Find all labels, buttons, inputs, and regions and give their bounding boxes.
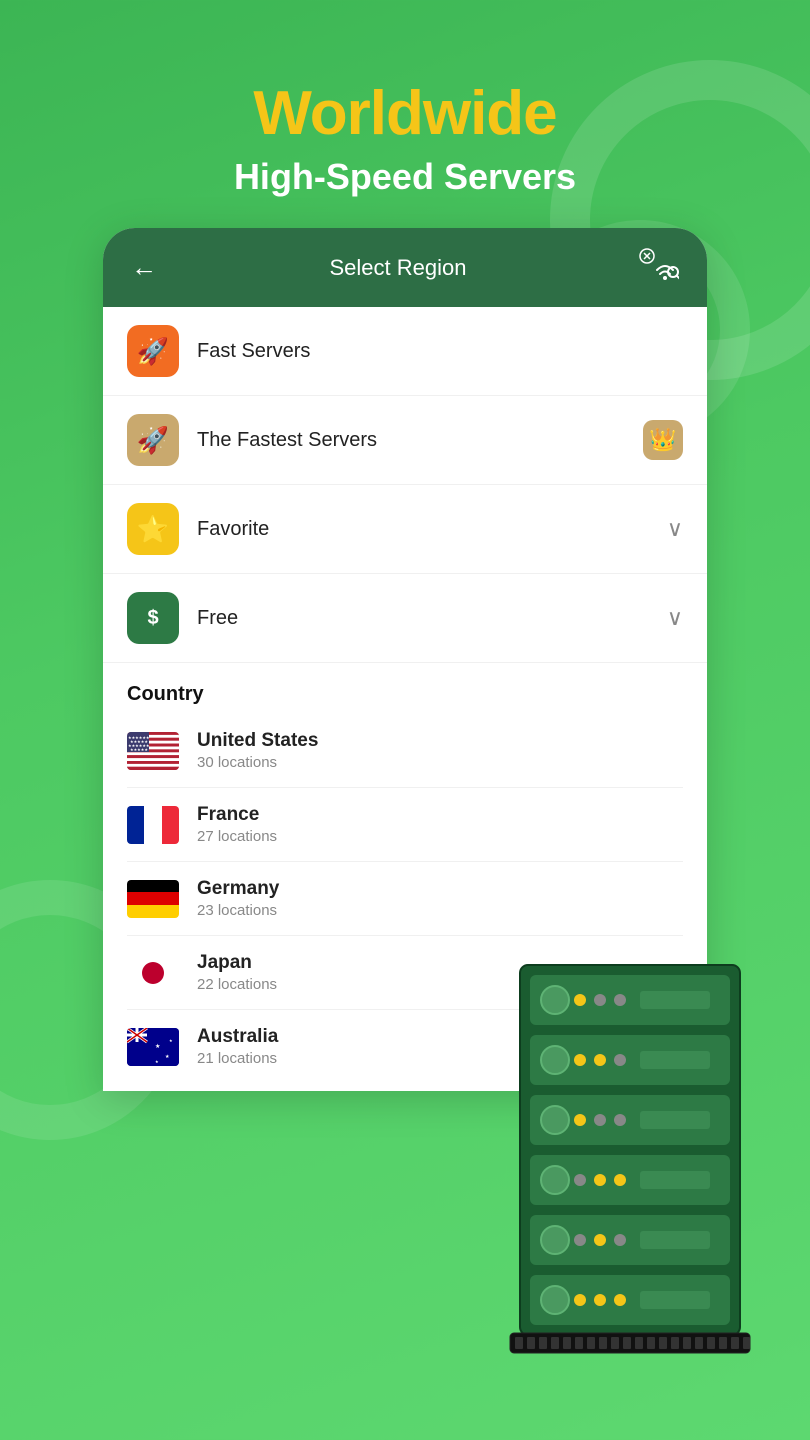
us-info: United States 30 locations (197, 730, 683, 771)
back-button[interactable]: ← (131, 252, 157, 283)
favorite-label: Favorite (197, 518, 667, 541)
fr-info: France 27 locations (197, 804, 683, 845)
de-locations: 23 locations (197, 902, 683, 919)
free-label: Free (197, 607, 667, 630)
menu-item-favorite[interactable]: ⭐ Favorite ∨ (103, 485, 707, 574)
wifi-search-icon[interactable] (639, 248, 679, 287)
japan-circle (142, 962, 164, 984)
us-name: United States (197, 730, 683, 752)
header-section: Worldwide High-Speed Servers (0, 0, 810, 228)
flag-de (127, 880, 179, 918)
country-heading: Country (127, 683, 683, 706)
country-item-us[interactable]: ★★★★★★ ★★★★★ ★★★★★★ ★★★★★ United States … (127, 714, 683, 788)
fr-locations: 27 locations (197, 828, 683, 845)
favorite-icon: ⭐ (127, 503, 179, 555)
svg-text:★: ★ (165, 1054, 170, 1060)
us-locations: 30 locations (197, 754, 683, 771)
fast-servers-icon: 🚀 (127, 325, 179, 377)
menu-item-fast-servers[interactable]: 🚀 Fast Servers (103, 307, 707, 396)
header-subtitle: High-Speed Servers (0, 156, 810, 198)
free-chevron: ∨ (667, 605, 683, 631)
favorite-chevron: ∨ (667, 516, 683, 542)
card-title: Select Region (330, 255, 467, 281)
server-rack (500, 955, 790, 1360)
flag-us: ★★★★★★ ★★★★★ ★★★★★★ ★★★★★ (127, 732, 179, 770)
menu-list: 🚀 Fast Servers 🚀 The Fastest Servers 👑 ⭐… (103, 307, 707, 663)
de-name: Germany (197, 878, 683, 900)
fastest-servers-label: The Fastest Servers (197, 429, 643, 452)
flag-au: ★ ★ ★ ★ (127, 1028, 179, 1066)
svg-text:★: ★ (155, 1043, 160, 1050)
svg-text:★★★★★: ★★★★★ (130, 747, 148, 752)
country-item-fr[interactable]: France 27 locations (127, 788, 683, 862)
svg-text:★: ★ (155, 1059, 159, 1064)
menu-item-free[interactable]: $ Free ∨ (103, 574, 707, 663)
fast-servers-label: Fast Servers (197, 340, 683, 363)
header-icons (639, 248, 679, 287)
fr-name: France (197, 804, 683, 826)
menu-item-fastest-servers[interactable]: 🚀 The Fastest Servers 👑 (103, 396, 707, 485)
flag-fr (127, 806, 179, 844)
header-title: Worldwide (0, 80, 810, 148)
svg-text:★: ★ (169, 1038, 173, 1043)
de-info: Germany 23 locations (197, 878, 683, 919)
country-item-de[interactable]: Germany 23 locations (127, 862, 683, 936)
crown-icon: 👑 (643, 420, 683, 460)
fastest-servers-icon: 🚀 (127, 414, 179, 466)
card-header: ← Select Region (103, 228, 707, 307)
free-icon: $ (127, 592, 179, 644)
flag-jp (127, 954, 179, 992)
